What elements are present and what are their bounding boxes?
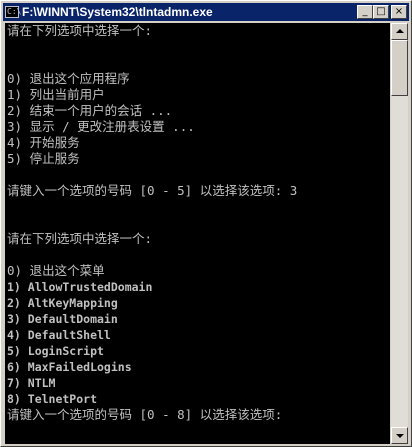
console-line: 0) 退出这个应用程序	[7, 71, 130, 86]
scroll-up-button[interactable]	[391, 23, 408, 40]
console-line: 2) 结束一个用户的会话 ...	[7, 103, 173, 118]
console-line: 2) AltKeyMapping	[7, 296, 118, 310]
vertical-scrollbar[interactable]	[391, 23, 408, 444]
console-icon[interactable]: C:\	[5, 6, 21, 18]
console-prompt-line: 请键入一个选项的号码 [0 - 8] 以选择该选项:	[7, 407, 283, 422]
arrow-up-icon	[396, 29, 404, 33]
scroll-down-button[interactable]	[391, 427, 408, 444]
console-line: 8) TelnetPort	[7, 392, 98, 406]
window-title: F:\WINNT\System32\tlntadmn.exe	[22, 5, 213, 19]
console-line: 3) 显示 / 更改注册表设置 ...	[7, 119, 195, 134]
console-line: 请键入一个选项的号码 [0 - 5] 以选择该选项: 3	[7, 183, 298, 198]
arrow-down-icon	[396, 434, 404, 438]
maximize-button[interactable]: □	[373, 5, 389, 19]
console-line: 5) LoginScript	[7, 344, 104, 358]
console-line: 3) DefaultDomain	[7, 312, 118, 326]
console-line: 0) 退出这个菜单	[7, 263, 105, 278]
console-line: 请在下列选项中选择一个:	[7, 23, 153, 38]
window-controls: _ □ ×	[357, 5, 407, 19]
console-line: 请在下列选项中选择一个:	[7, 231, 153, 246]
console-line: 1) 列出当前用户	[7, 87, 105, 102]
console-line: 6) MaxFailedLogins	[7, 360, 132, 374]
scroll-thumb[interactable]	[391, 40, 408, 96]
close-button[interactable]: ×	[391, 5, 407, 19]
console-window: C:\ F:\WINNT\System32\tlntadmn.exe _ □ ×…	[0, 0, 412, 447]
console-line: 5) 停止服务	[7, 151, 80, 166]
console-line: 1) AllowTrustedDomain	[7, 280, 153, 294]
console-line: 4) 开始服务	[7, 135, 80, 150]
minimize-button[interactable]: _	[357, 5, 373, 19]
console-line: 4) DefaultShell	[7, 328, 111, 342]
console-line: 7) NTLM	[7, 376, 56, 390]
console-output[interactable]: 请在下列选项中选择一个: 0) 退出这个应用程序 1) 列出当前用户 2) 结束…	[5, 23, 390, 444]
title-bar[interactable]: C:\ F:\WINNT\System32\tlntadmn.exe _ □ ×	[3, 3, 409, 21]
